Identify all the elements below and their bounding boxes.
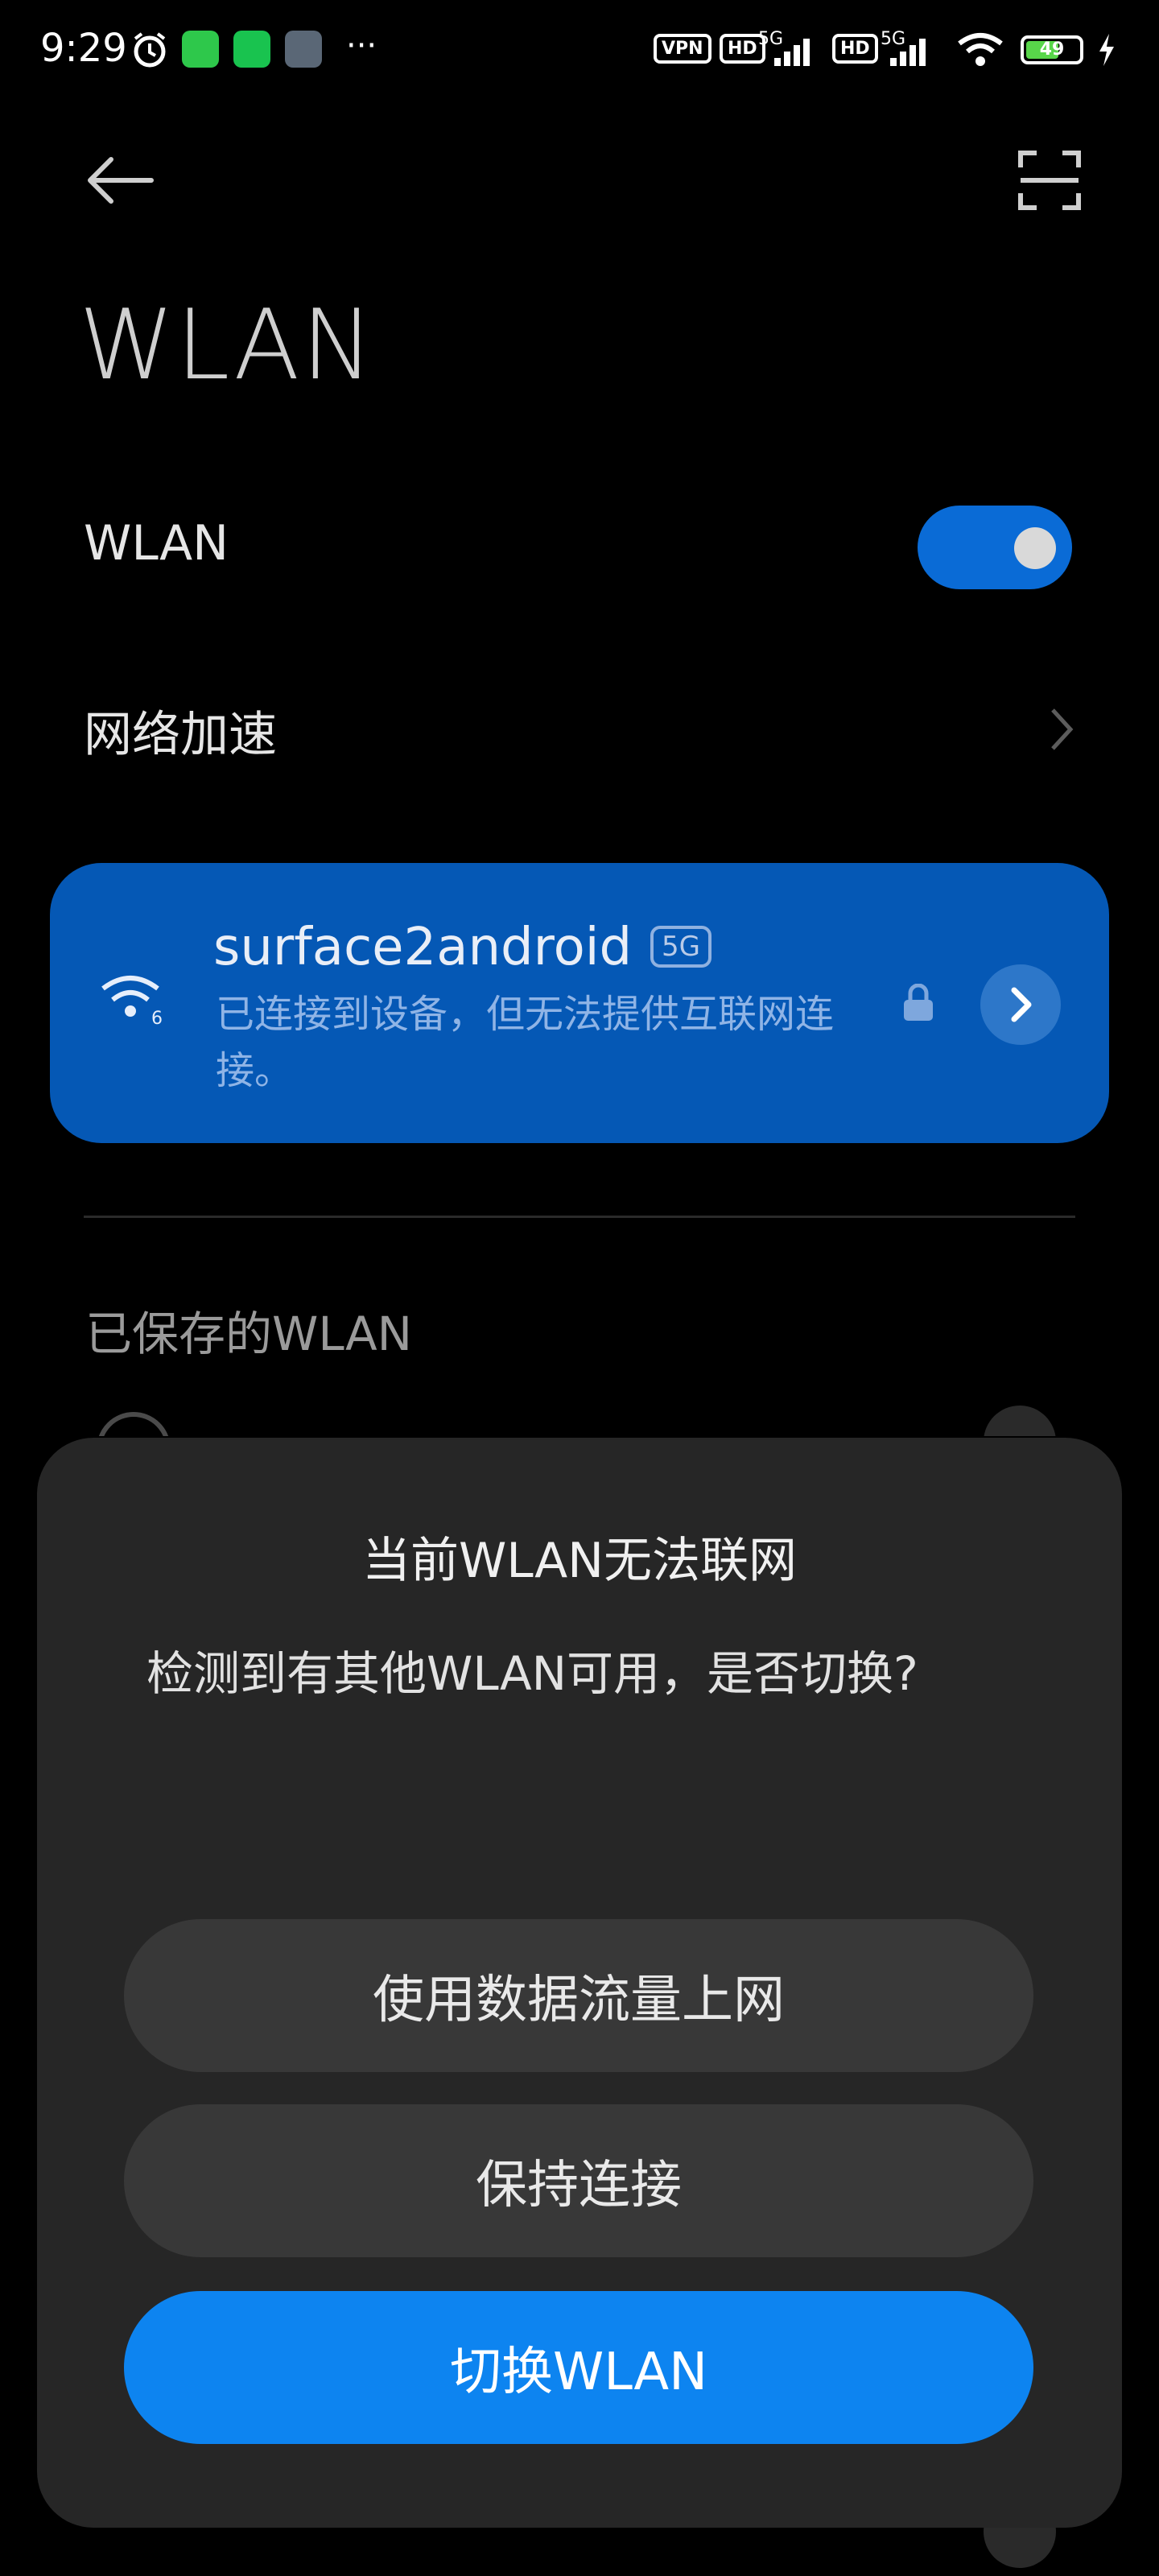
chevron-right-icon	[1011, 987, 1032, 1022]
wifi-status-icon	[956, 31, 1004, 72]
switch-wlan-button[interactable]: 切换WLAN	[124, 2291, 1033, 2444]
signal-icon-2	[881, 35, 945, 71]
dialog-title: 当前WLAN无法联网	[361, 1533, 798, 1589]
page-title: WLAN	[79, 290, 376, 402]
network-acceleration-row[interactable]: 网络加速	[0, 676, 1159, 781]
app-notification-icon-2	[285, 31, 322, 68]
saved-network-detail-icon	[984, 1406, 1056, 1436]
connected-ssid: surface2android	[213, 918, 633, 977]
toggle-knob	[1014, 527, 1056, 569]
status-bar: 9:29 ··· VPN HD 5G HD 5G 49	[0, 0, 1159, 105]
network-details-button[interactable]	[980, 964, 1061, 1045]
signal-icon	[773, 35, 821, 71]
saved-wlan-header: 已保存的WLAN	[85, 1307, 413, 1361]
divider	[84, 1216, 1075, 1218]
wechat-icon	[233, 31, 270, 68]
back-arrow-icon[interactable]	[80, 150, 158, 211]
keep-connection-button[interactable]: 保持连接	[124, 2104, 1033, 2257]
wlan-toggle[interactable]	[918, 506, 1072, 589]
network-acceleration-label: 网络加速	[84, 707, 277, 763]
wifi-icon	[97, 1412, 171, 1436]
battery-icon: 49	[1021, 35, 1083, 64]
battery-level: 49	[1039, 39, 1065, 60]
band-badge: 5G	[650, 926, 711, 968]
lock-icon	[901, 983, 935, 1026]
more-notifications-icon: ···	[346, 27, 377, 64]
use-mobile-data-button[interactable]: 使用数据流量上网	[124, 1919, 1033, 2072]
chevron-right-icon	[1048, 705, 1075, 757]
saved-network-item[interactable]	[89, 1404, 1070, 1436]
dialog-message: 检测到有其他WLAN可用，是否切换?	[146, 1646, 918, 1701]
status-time: 9:29	[40, 26, 127, 71]
app-notification-icon	[182, 31, 219, 68]
scan-qr-icon[interactable]	[1017, 148, 1082, 213]
svg-text:6: 6	[151, 1009, 163, 1027]
saved-network-item-2[interactable]	[89, 2528, 1070, 2576]
wifi6-icon: 6	[98, 971, 171, 1029]
saved-network-detail-icon-2	[984, 2528, 1056, 2568]
connection-status-text: 已连接到设备，但无法提供互联网连接。	[216, 992, 835, 1093]
hd-badge-2: HD	[832, 34, 878, 64]
vpn-badge: VPN	[654, 34, 711, 64]
wlan-toggle-label: WLAN	[84, 515, 229, 572]
alarm-icon	[130, 31, 169, 69]
charging-icon	[1096, 32, 1117, 71]
